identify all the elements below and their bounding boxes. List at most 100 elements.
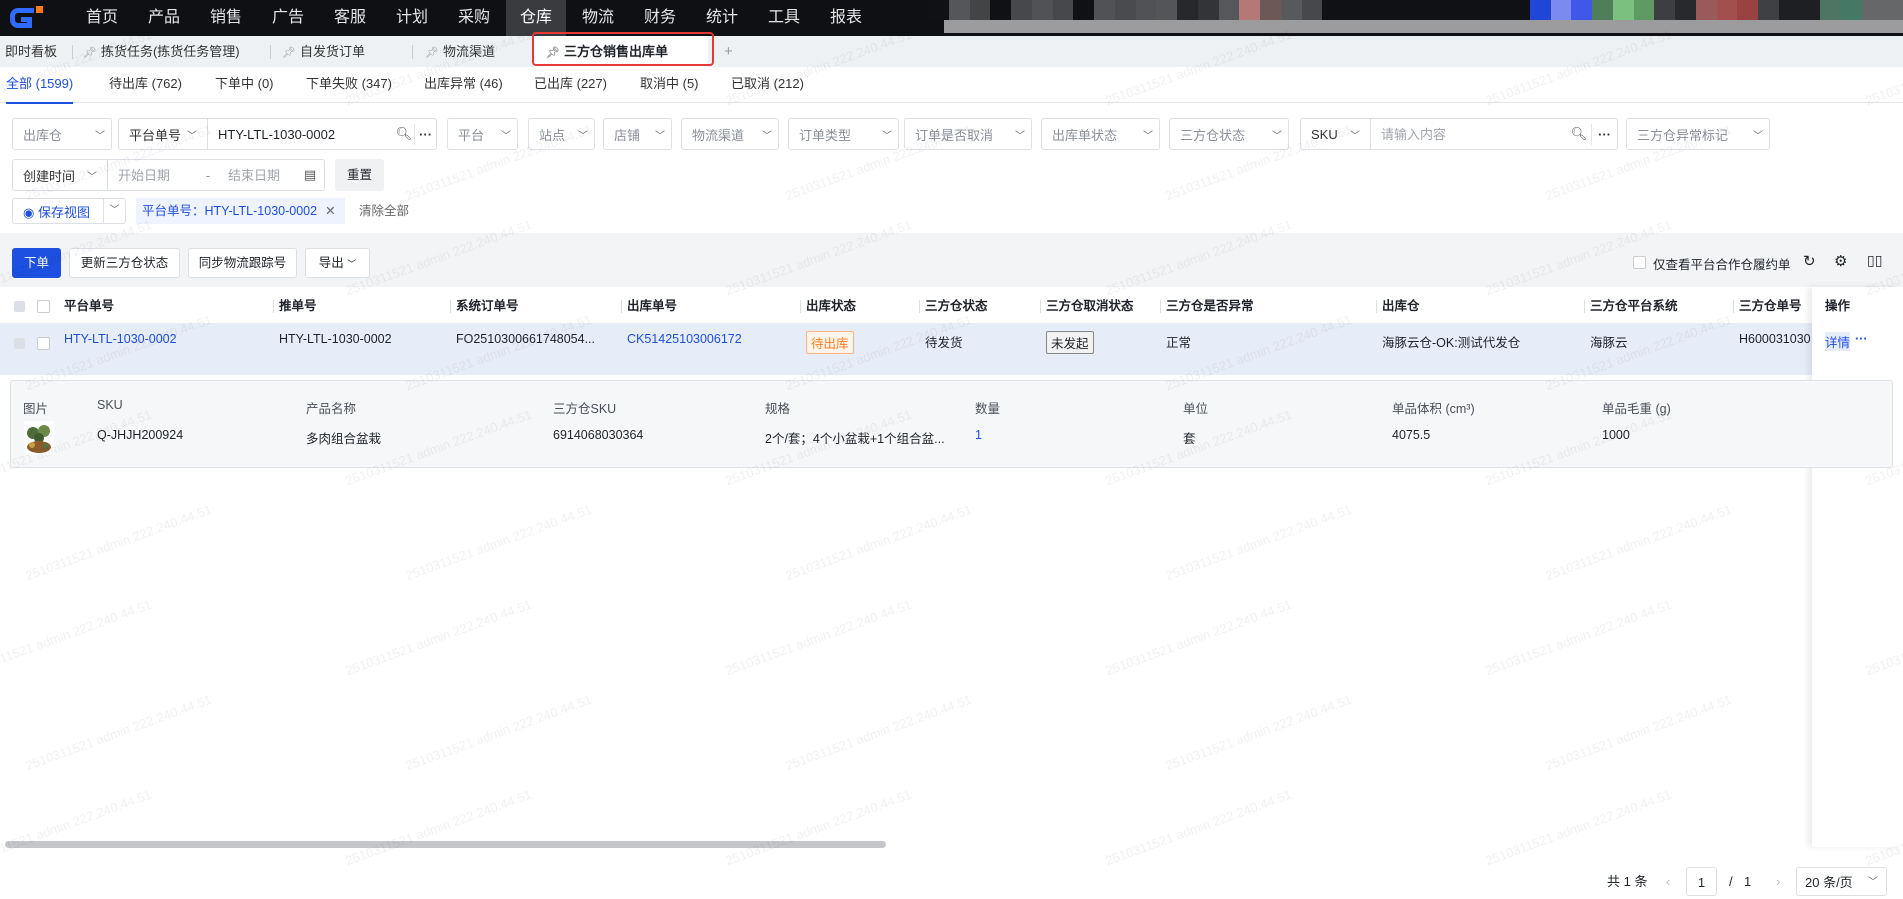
pin-icon[interactable]: 📌︎ bbox=[282, 47, 296, 59]
site-select[interactable]: 站点 ﹀ bbox=[528, 118, 595, 150]
outbound-status-select[interactable]: 出库单状态 ﹀ bbox=[1041, 118, 1160, 150]
nav-item[interactable]: 销售 bbox=[196, 0, 256, 36]
filter-chip: 平台单号：HTY-LTL-1030-0002 ✕ bbox=[136, 198, 345, 224]
reset-button[interactable]: 重置 bbox=[335, 159, 384, 191]
more-actions-icon[interactable]: ··· bbox=[1855, 332, 1868, 346]
order-cancelled-select[interactable]: 订单是否取消 ﹀ bbox=[904, 118, 1032, 150]
nav-item[interactable]: 客服 bbox=[320, 0, 380, 36]
nav-item[interactable]: 计划 bbox=[382, 0, 442, 36]
status-tab[interactable]: 下单中 (0) bbox=[215, 67, 274, 103]
nav-item[interactable]: 产品 bbox=[134, 0, 194, 36]
search-icon[interactable]: 🔍︎ bbox=[394, 126, 414, 142]
start-date-input[interactable] bbox=[108, 160, 198, 190]
platform-select[interactable]: 平台 ﹀ bbox=[447, 118, 518, 150]
tpw-exception-select[interactable]: 三方仓异常标记 ﹀ bbox=[1626, 118, 1770, 150]
nav-item[interactable]: 统计 bbox=[692, 0, 752, 36]
tpw-status-select[interactable]: 三方仓状态 ﹀ bbox=[1169, 118, 1289, 150]
status-tab[interactable]: 出库异常 (46) bbox=[424, 67, 503, 103]
select-label: 出库仓 bbox=[23, 127, 63, 143]
close-icon[interactable]: ✕ bbox=[325, 204, 335, 218]
date-range-filter[interactable]: 创建时间 ﹀ - ▤ bbox=[12, 159, 325, 191]
next-page-icon[interactable]: › bbox=[1776, 867, 1780, 896]
blur-cell bbox=[1073, 0, 1094, 20]
date-type-select[interactable]: 创建时间 ﹀ bbox=[13, 160, 108, 190]
chevron-down-icon: ﹀ bbox=[95, 130, 105, 142]
sync-tracking-button[interactable]: 同步物流跟踪号 bbox=[188, 248, 297, 278]
detail-link[interactable]: 详情 bbox=[1825, 332, 1851, 351]
outbound-no-link[interactable]: CK51425103006172 bbox=[627, 332, 742, 346]
nav-item[interactable]: 财务 bbox=[630, 0, 690, 36]
status-tab[interactable]: 已出库 (227) bbox=[534, 67, 607, 103]
pin-icon[interactable]: 📌︎ bbox=[425, 47, 439, 59]
sku-type-select[interactable]: SKU ﹀ bbox=[1301, 119, 1371, 149]
chevron-down-icon: ﹀ bbox=[882, 130, 892, 142]
place-order-button[interactable]: 下单 bbox=[12, 248, 61, 278]
status-tab[interactable]: 下单失败 (347) bbox=[306, 67, 392, 103]
platform-no-search[interactable]: 平台单号 ﹀ 🔍︎··· bbox=[118, 118, 437, 150]
chevron-down-icon: ﹀ bbox=[1272, 130, 1282, 142]
platform-no-input[interactable] bbox=[208, 119, 395, 149]
horizontal-scrollbar[interactable] bbox=[5, 841, 886, 848]
prev-page-icon[interactable]: ‹ bbox=[1666, 867, 1670, 896]
status-tab[interactable]: 取消中 (5) bbox=[640, 67, 699, 103]
column-header: 出库状态 bbox=[806, 299, 857, 313]
warehouse-select[interactable]: 出库仓 ﹀ bbox=[12, 118, 112, 150]
add-tab-button[interactable]: + bbox=[724, 36, 733, 67]
blur-cell bbox=[1841, 0, 1862, 20]
end-date-input[interactable] bbox=[218, 160, 298, 190]
chevron-down-icon: ﹀ bbox=[1350, 130, 1360, 142]
channel-select[interactable]: 物流渠道 ﹀ bbox=[681, 118, 779, 150]
nav-item[interactable]: 仓库 bbox=[506, 0, 566, 36]
subtable-header: 数量 bbox=[975, 402, 1001, 416]
nav-item[interactable]: 工具 bbox=[754, 0, 814, 36]
order-type-select[interactable]: 订单类型 ﹀ bbox=[788, 118, 899, 150]
page-size-select[interactable]: 20 条/页 ﹀ bbox=[1796, 867, 1887, 896]
blur-cell bbox=[1094, 0, 1115, 20]
sku-search[interactable]: SKU ﹀ 🔍︎··· bbox=[1300, 118, 1618, 150]
tab-self-ship-orders[interactable]: 📌︎ 自发货订单 bbox=[282, 36, 365, 67]
chevron-down-icon: ﹀ bbox=[1015, 130, 1025, 142]
row-checkbox[interactable] bbox=[37, 337, 50, 350]
update-tpw-status-button[interactable]: 更新三方仓状态 bbox=[69, 248, 180, 278]
chevron-down-icon: ﹀ bbox=[655, 130, 665, 142]
more-icon[interactable]: ··· bbox=[414, 123, 436, 145]
tab-picking[interactable]: 📌︎ 拣货任务(拣货任务管理) bbox=[83, 36, 240, 67]
search-icon[interactable]: 🔍︎ bbox=[1567, 126, 1591, 142]
nav-item[interactable]: 采购 bbox=[444, 0, 504, 36]
platform-no-link[interactable]: HTY-LTL-1030-0002 bbox=[64, 332, 177, 346]
chevron-down-icon[interactable]: ﹀ bbox=[103, 199, 125, 223]
column-divider bbox=[621, 300, 622, 313]
only-platform-checkbox[interactable] bbox=[1633, 256, 1646, 269]
collapse-row-icon[interactable] bbox=[14, 338, 25, 349]
tab-label: 即时看板 bbox=[5, 44, 58, 59]
platform-no-type-select[interactable]: 平台单号 ﹀ bbox=[119, 119, 209, 149]
store-select[interactable]: 店铺 ﹀ bbox=[603, 118, 672, 150]
expand-all-icon[interactable] bbox=[14, 301, 25, 312]
nav-item[interactable]: 物流 bbox=[568, 0, 628, 36]
status-tab[interactable]: 全部 (1599) bbox=[6, 67, 74, 104]
select-all-checkbox[interactable] bbox=[37, 300, 50, 313]
clear-all-link[interactable]: 清除全部 bbox=[359, 198, 409, 224]
columns-icon[interactable]: ▯▯ bbox=[1867, 252, 1882, 269]
column-divider bbox=[273, 300, 274, 313]
subtable-header: 规格 bbox=[765, 402, 791, 416]
page-input[interactable]: 1 bbox=[1686, 867, 1717, 896]
logo-icon bbox=[10, 6, 43, 28]
tab-dashboard[interactable]: 即时看板 bbox=[5, 36, 57, 67]
tab-logistics-channel[interactable]: 📌︎ 物流渠道 bbox=[425, 36, 495, 67]
pin-icon[interactable]: 📌︎ bbox=[83, 47, 97, 59]
nav-item[interactable]: 首页 bbox=[72, 0, 132, 36]
sku-input[interactable] bbox=[1371, 119, 1567, 149]
more-icon[interactable]: ··· bbox=[1591, 123, 1617, 145]
blur-cell bbox=[1654, 0, 1675, 20]
blur-cell bbox=[1716, 0, 1738, 20]
status-tab[interactable]: 已取消 (212) bbox=[731, 67, 804, 103]
nav-item[interactable]: 广告 bbox=[258, 0, 318, 36]
export-button[interactable]: 导出 ﹀ bbox=[305, 248, 370, 278]
settings-icon[interactable]: ⚙ bbox=[1834, 252, 1847, 270]
save-view-button[interactable]: ◉ 保存视图 ﹀ bbox=[12, 198, 126, 224]
refresh-icon[interactable]: ↻ bbox=[1803, 252, 1816, 270]
calendar-icon[interactable]: ▤ bbox=[298, 167, 322, 183]
status-tab[interactable]: 待出库 (762) bbox=[109, 67, 182, 103]
nav-item[interactable]: 报表 bbox=[816, 0, 876, 36]
